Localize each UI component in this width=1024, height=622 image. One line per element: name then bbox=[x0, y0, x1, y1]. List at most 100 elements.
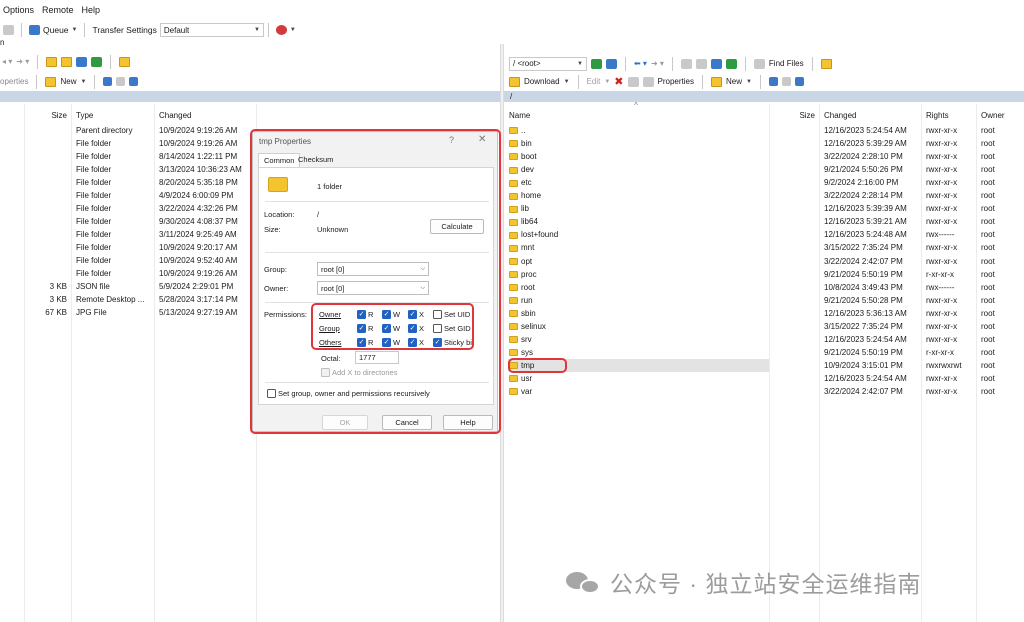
select-all-icon[interactable] bbox=[103, 77, 113, 86]
session-button[interactable]: ▼ bbox=[273, 21, 299, 39]
cell-name: bin bbox=[509, 137, 532, 150]
forward-icon[interactable]: ➜ ▾ bbox=[16, 57, 29, 66]
table-row[interactable]: 3 KB JSON file 5/9/2024 2:29:01 PM bbox=[0, 280, 256, 293]
table-row[interactable]: File folder 8/14/2024 1:22:11 PM bbox=[0, 150, 256, 163]
filter-icon[interactable] bbox=[606, 58, 617, 69]
table-row[interactable]: home 3/22/2024 2:28:14 PM rwxr-xr-x root bbox=[509, 189, 1024, 202]
left-properties-button[interactable]: operties bbox=[0, 77, 28, 86]
root-folder-icon[interactable] bbox=[695, 58, 707, 69]
toolbar-separator bbox=[759, 74, 761, 89]
right-new-button[interactable]: New bbox=[726, 77, 742, 86]
table-row[interactable]: File folder 8/20/2024 5:35:18 PM bbox=[0, 176, 256, 189]
table-row[interactable]: lib 12/16/2023 5:39:39 AM rwxr-xr-x root bbox=[509, 202, 1024, 215]
select-all-icon[interactable] bbox=[768, 77, 778, 86]
refresh-icon[interactable] bbox=[91, 56, 103, 67]
chevron-down-icon: ▼ bbox=[71, 27, 78, 33]
back-icon[interactable]: ◂ ▾ bbox=[2, 57, 12, 66]
table-row[interactable]: File folder 4/9/2024 6:00:09 PM bbox=[0, 189, 256, 202]
table-row[interactable]: File folder 10/9/2024 9:20:17 AM bbox=[0, 241, 256, 254]
cell-rights: rwxr-xr-x bbox=[926, 334, 958, 344]
table-row[interactable]: selinux 3/15/2022 7:35:24 PM rwxr-xr-x root bbox=[509, 320, 1024, 333]
folder-icon bbox=[509, 205, 518, 213]
folder-icon bbox=[509, 336, 518, 344]
home-icon[interactable] bbox=[710, 58, 722, 69]
table-row[interactable]: dev 9/21/2024 5:50:26 PM rwxr-xr-x root bbox=[509, 163, 1024, 176]
table-row[interactable]: mnt 3/15/2022 7:35:24 PM rwxr-xr-x root bbox=[509, 241, 1024, 254]
table-row[interactable]: bin 12/16/2023 5:39:29 AM rwxr-xr-x root bbox=[509, 137, 1024, 150]
cell-changed: 12/16/2023 5:39:21 AM bbox=[824, 217, 907, 227]
left-filter-icon[interactable] bbox=[129, 77, 139, 86]
right-header-owner[interactable]: Owner bbox=[981, 110, 1005, 121]
table-row[interactable]: boot 3/22/2024 2:28:10 PM rwxr-xr-x root bbox=[509, 150, 1024, 163]
download-button[interactable]: Download bbox=[524, 77, 560, 86]
refresh-icon[interactable] bbox=[725, 58, 737, 69]
home-icon[interactable] bbox=[76, 56, 88, 67]
table-row[interactable]: lib64 12/16/2023 5:39:21 AM rwxr-xr-x root bbox=[509, 215, 1024, 228]
delete-icon[interactable]: ✖ bbox=[614, 75, 623, 88]
menu-bar: Options Remote Help bbox=[0, 0, 1024, 20]
cell-changed: 12/16/2023 5:24:54 AM bbox=[824, 126, 907, 135]
table-row[interactable]: File folder 10/9/2024 9:19:26 AM bbox=[0, 267, 256, 280]
table-row[interactable]: etc 9/2/2024 2:16:00 PM rwxr-xr-x root bbox=[509, 176, 1024, 189]
right-header-rights[interactable]: Rights bbox=[926, 110, 949, 121]
edit-button[interactable]: Edit bbox=[587, 77, 601, 86]
left-header-type[interactable]: Type bbox=[76, 110, 93, 121]
table-row[interactable]: File folder 10/9/2024 9:52:40 AM bbox=[0, 254, 256, 267]
table-row[interactable]: File folder 3/13/2024 10:36:23 AM bbox=[0, 163, 256, 176]
cell-changed: 3/22/2024 4:32:26 PM bbox=[159, 204, 238, 213]
filter-icon[interactable] bbox=[119, 56, 131, 67]
cell-changed: 5/28/2024 3:17:14 PM bbox=[159, 295, 238, 304]
left-new-button[interactable]: New bbox=[60, 77, 76, 86]
table-row[interactable]: sbin 12/16/2023 5:36:13 AM rwxr-xr-x root bbox=[509, 307, 1024, 320]
table-row[interactable]: root 10/8/2024 3:49:43 PM rwx------ root bbox=[509, 281, 1024, 294]
table-row[interactable]: proc 9/21/2024 5:50:19 PM r-xr-xr-x root bbox=[509, 268, 1024, 281]
table-row[interactable]: File folder 9/30/2024 4:08:37 PM bbox=[0, 215, 256, 228]
table-row[interactable]: File folder 3/22/2024 4:32:26 PM bbox=[0, 202, 256, 215]
queue-button[interactable]: Queue ▼ bbox=[26, 21, 80, 39]
unselect-icon[interactable] bbox=[116, 77, 126, 86]
table-row[interactable]: File folder 10/9/2024 9:19:26 AM bbox=[0, 137, 256, 150]
table-row[interactable]: usr 12/16/2023 5:24:54 AM rwxr-xr-x root bbox=[509, 372, 1024, 385]
menu-remote[interactable]: Remote bbox=[42, 5, 74, 15]
menu-help[interactable]: Help bbox=[82, 5, 101, 15]
left-header-size[interactable]: Size bbox=[40, 110, 67, 121]
parent-folder-icon[interactable] bbox=[680, 58, 692, 69]
unselect-icon[interactable] bbox=[781, 77, 791, 86]
table-row[interactable]: var 3/22/2024 2:42:07 PM rwxr-xr-x root bbox=[509, 385, 1024, 398]
left-header-changed[interactable]: Changed bbox=[159, 110, 191, 121]
remote-path-select[interactable]: / <root> ▼ bbox=[509, 56, 587, 71]
forward-icon[interactable]: ➜ ▾ bbox=[651, 59, 664, 68]
cell-name-text: home bbox=[521, 191, 542, 201]
right-header-changed[interactable]: Changed bbox=[824, 110, 856, 121]
table-row[interactable]: srv 12/16/2023 5:24:54 AM rwxr-xr-x root bbox=[509, 333, 1024, 346]
table-row[interactable]: opt 3/22/2024 2:42:07 PM rwxr-xr-x root bbox=[509, 255, 1024, 268]
right-header-name[interactable]: Name bbox=[509, 110, 530, 121]
parent-folder-icon[interactable] bbox=[46, 56, 58, 67]
root-folder-icon[interactable] bbox=[61, 56, 73, 67]
table-row[interactable]: Parent directory 10/9/2024 9:19:26 AM bbox=[0, 124, 256, 137]
toolbar-separator bbox=[84, 23, 86, 37]
table-row[interactable]: lost+found 12/16/2023 5:24:48 AM rwx------… bbox=[509, 228, 1024, 241]
open-directory-icon[interactable] bbox=[591, 58, 602, 69]
rename-icon[interactable] bbox=[627, 76, 639, 87]
transfer-settings-select[interactable]: Default ▼ bbox=[159, 23, 264, 37]
table-row[interactable]: 67 KB JPG File 5/13/2024 9:27:19 AM bbox=[0, 306, 256, 319]
sync-button[interactable] bbox=[0, 21, 17, 39]
menu-options[interactable]: Options bbox=[3, 5, 34, 15]
back-icon[interactable]: ⬅ ▾ bbox=[634, 59, 647, 68]
cell-owner: root bbox=[981, 282, 995, 292]
properties-button[interactable]: Properties bbox=[658, 77, 694, 86]
right-header-size[interactable]: Size bbox=[790, 110, 815, 121]
table-row[interactable]: 3 KB Remote Desktop ... 5/28/2024 3:17:14 … bbox=[0, 293, 256, 306]
bookmark-icon[interactable] bbox=[820, 58, 832, 69]
table-row[interactable]: .. 12/16/2023 5:24:54 AM rwxr-xr-x root bbox=[509, 124, 1024, 137]
table-row[interactable]: File folder 3/11/2024 9:25:49 AM bbox=[0, 228, 256, 241]
table-row[interactable]: tmp 10/9/2024 3:15:01 PM rwxrwxrwt root bbox=[509, 359, 1024, 372]
cell-type: JSON file bbox=[76, 282, 110, 291]
cell-changed: 12/16/2023 5:24:54 AM bbox=[824, 334, 907, 344]
cell-rights: rwxr-xr-x bbox=[926, 387, 958, 396]
find-files-button[interactable]: Find Files bbox=[769, 59, 804, 68]
right-filter-icon[interactable] bbox=[794, 77, 804, 86]
table-row[interactable]: sys 9/21/2024 5:50:19 PM r-xr-xr-x root bbox=[509, 346, 1024, 359]
table-row[interactable]: run 9/21/2024 5:50:28 PM rwxr-xr-x root bbox=[509, 294, 1024, 307]
